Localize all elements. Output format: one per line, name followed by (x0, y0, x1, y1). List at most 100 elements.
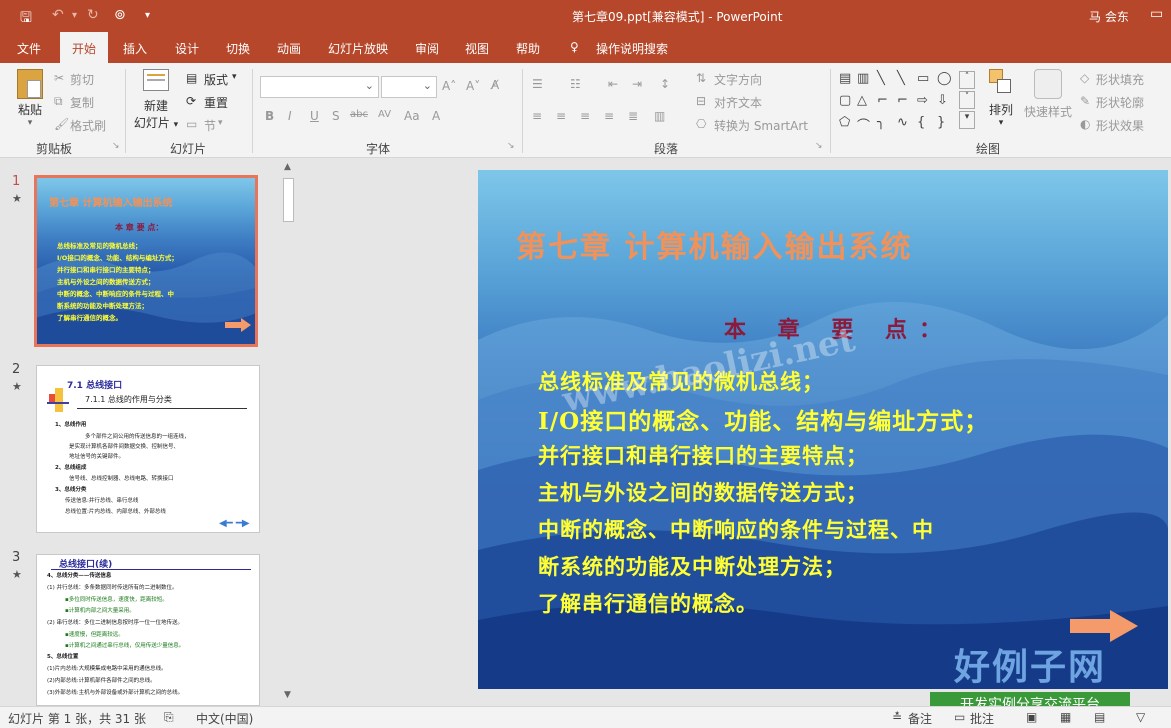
justify-icon[interactable]: ≡ (604, 109, 614, 123)
copy-button[interactable]: 复制 (70, 94, 94, 111)
tab-view[interactable]: 视图 (465, 40, 489, 57)
tab-review[interactable]: 审阅 (415, 40, 439, 57)
down-arrow-shape-icon[interactable]: ⇩ (937, 93, 948, 108)
gallery-more-icon[interactable]: ▾ (959, 111, 975, 129)
spellcheck-icon[interactable]: ⎘ (164, 710, 174, 725)
reset-button[interactable]: 重置 (204, 94, 228, 111)
change-case-icon[interactable]: Aa (404, 109, 420, 123)
clear-formatting-icon[interactable]: A̸ (491, 78, 499, 92)
font-size-combo[interactable]: ⌄ (381, 76, 437, 98)
arc-shape-icon[interactable]: ╮ (877, 115, 885, 130)
slide-title[interactable]: 第七章 计算机输入输出系统 (516, 222, 912, 266)
comments-button[interactable]: 批注 (970, 710, 994, 727)
rectangle-shape-icon[interactable]: ▭ (917, 71, 929, 86)
connector-shape-icon[interactable]: ⌐ (877, 93, 888, 108)
line-spacing-icon[interactable]: ↕ (660, 77, 670, 91)
slide-thumbnail-1[interactable]: 第七章 计算机输入输出系统 本 章 要 点： 总线标准及常见的微机总线； I/O… (34, 175, 258, 347)
tell-me-search[interactable]: 操作说明搜索 (596, 40, 668, 57)
line-shape-icon[interactable]: ╲ (897, 71, 905, 86)
layout-dropdown-icon[interactable]: ▾ (232, 72, 237, 82)
char-spacing-icon[interactable]: AV (378, 109, 391, 120)
increase-font-icon[interactable]: A˄ (442, 79, 456, 93)
font-launcher-icon[interactable]: ↘ (507, 141, 515, 151)
section-dropdown-icon[interactable]: ▾ (218, 118, 223, 128)
tab-animations[interactable]: 动画 (277, 40, 301, 57)
notes-button[interactable]: 备注 (908, 710, 932, 727)
tab-file[interactable]: 文件 (17, 40, 41, 57)
oval-shape-icon[interactable]: ◯ (937, 71, 952, 86)
numbering-icon[interactable]: ☷ (570, 77, 581, 91)
slide-point[interactable]: 并行接口和串行接口的主要特点； (538, 440, 868, 470)
slide-thumbnail-2[interactable]: 7.1 总线接口 7.1.1 总线的作用与分类 1、总线作用 多个部件之间公用的… (36, 365, 260, 533)
save-icon[interactable]: 🖫 (20, 7, 32, 31)
shadow-icon[interactable]: S (332, 109, 340, 123)
slide-point[interactable]: 中断的概念、中断响应的条件与过程、中 (538, 514, 934, 544)
vertical-textbox-shape-icon[interactable]: ▥ (857, 71, 869, 86)
rounded-rect-shape-icon[interactable]: ▢ (839, 93, 851, 108)
comments-icon[interactable]: ▭ (954, 710, 965, 724)
brace-left-shape-icon[interactable]: { (917, 115, 925, 130)
freeform-shape-icon[interactable]: ⬠ (839, 115, 850, 130)
right-arrow-shape-icon[interactable]: ⇨ (917, 93, 928, 108)
bold-icon[interactable]: B (265, 109, 274, 123)
tab-design[interactable]: 设计 (175, 40, 199, 57)
align-left-icon[interactable]: ≡ (532, 109, 542, 123)
quick-styles-button[interactable]: 快速样式 (1022, 69, 1074, 120)
layout-button[interactable]: 版式 (204, 71, 228, 88)
shape-outline-button[interactable]: 形状轮廓 (1096, 94, 1144, 111)
paste-button[interactable]: 粘贴 ▾ (12, 69, 48, 128)
gallery-up-icon[interactable]: ˄ (959, 71, 975, 89)
gallery-down-icon[interactable]: ˅ (959, 91, 975, 109)
tab-help[interactable]: 帮助 (516, 40, 540, 57)
slide-point[interactable]: 主机与外设之间的数据传送方式； (538, 477, 868, 507)
undo-dropdown-icon[interactable]: ▾ (72, 10, 77, 21)
reading-view-icon[interactable]: ▤ (1094, 710, 1105, 724)
font-color-icon[interactable]: A (432, 109, 440, 123)
convert-smartart-button[interactable]: 转换为 SmartArt (714, 117, 808, 134)
tab-transitions[interactable]: 切换 (226, 40, 250, 57)
user-name[interactable]: 马 会东 (1089, 8, 1129, 25)
distributed-icon[interactable]: ≣ (628, 109, 638, 123)
clipboard-launcher-icon[interactable]: ↘ (112, 141, 120, 151)
font-name-combo[interactable]: ⌄ (260, 76, 379, 98)
tab-home[interactable]: 开始 (60, 32, 109, 63)
italic-icon[interactable]: I (288, 109, 292, 123)
section-button[interactable]: 节 (204, 117, 216, 134)
slide-sorter-icon[interactable]: ▦ (1060, 710, 1071, 724)
strikethrough-icon[interactable]: abc (350, 109, 368, 120)
align-right-icon[interactable]: ≡ (580, 109, 590, 123)
language-indicator[interactable]: 中文(中国) (196, 710, 253, 727)
ribbon-display-icon[interactable]: ▭ (1150, 6, 1163, 22)
text-direction-button[interactable]: 文字方向 (714, 71, 762, 88)
arrange-button[interactable]: 排列 ▾ (984, 69, 1018, 128)
slide-point[interactable]: 断系统的功能及中断处理方法； (538, 551, 846, 581)
triangle-shape-icon[interactable]: △ (857, 93, 867, 108)
slideshow-icon[interactable]: ▽ (1136, 710, 1145, 724)
undo-icon[interactable]: ↶ (52, 7, 64, 23)
bullets-icon[interactable]: ☰ (532, 77, 543, 91)
normal-view-icon[interactable]: ▣ (1026, 710, 1037, 724)
scroll-up-icon[interactable]: ▲ (284, 162, 291, 172)
format-painter-button[interactable]: 格式刷 (70, 117, 106, 134)
textbox-shape-icon[interactable]: ▤ (839, 71, 851, 86)
columns-icon[interactable]: ▥ (654, 109, 665, 123)
line-shape-icon[interactable]: ╲ (877, 71, 885, 86)
decrease-font-icon[interactable]: A˅ (466, 79, 480, 93)
shape-effects-button[interactable]: 形状效果 (1096, 117, 1144, 134)
align-center-icon[interactable]: ≡ (556, 109, 566, 123)
align-text-button[interactable]: 对齐文本 (714, 94, 762, 111)
redo-icon[interactable]: ↻ (87, 7, 99, 23)
slide-thumbnail-3[interactable]: 总线接口(续) 4、总线分类——传送信息 (1) 并行总线：多条数据同时传送所有… (36, 554, 260, 706)
paragraph-launcher-icon[interactable]: ↘ (815, 141, 823, 151)
underline-icon[interactable]: U (310, 109, 319, 123)
customize-quick-access-icon[interactable]: ▾ (145, 10, 150, 21)
curve-shape-icon[interactable]: ⌒ (857, 115, 870, 134)
new-slide-button[interactable]: 新建 幻灯片 ▾ (132, 69, 180, 131)
cut-button[interactable]: 剪切 (70, 71, 94, 88)
tab-insert[interactable]: 插入 (123, 40, 147, 57)
increase-indent-icon[interactable]: ⇥ (632, 77, 642, 91)
connector-shape-icon[interactable]: ⌐ (897, 93, 908, 108)
slide-point[interactable]: 了解串行通信的概念。 (538, 588, 758, 618)
notes-icon[interactable]: ≛ (892, 710, 902, 724)
start-from-beginning-icon[interactable]: ⊚ (114, 7, 126, 23)
